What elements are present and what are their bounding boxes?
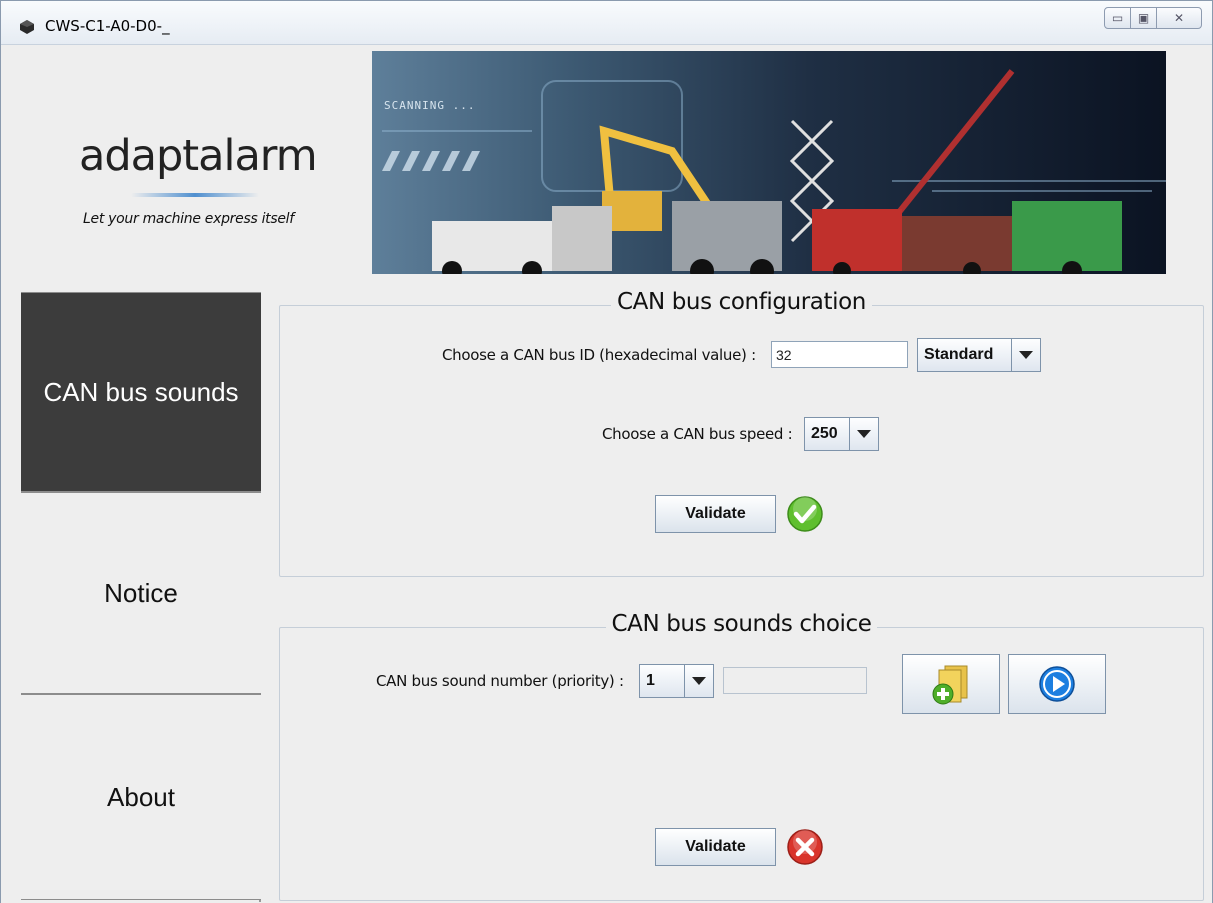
add-sound-file-button[interactable] [902,654,1000,714]
nav-item-label: CAN bus sounds [43,376,239,407]
config-validate-button[interactable]: Validate [655,495,776,533]
error-icon [787,829,823,865]
logo: adaptalarm Let your machine express itse… [21,51,351,281]
folder-add-icon [932,665,968,705]
nav-item-label: About [107,781,175,812]
sounds-validate-button[interactable]: Validate [655,828,776,866]
frame-type-value: Standard [918,339,1012,371]
header-banner-image: SCANNING ... [372,51,1166,274]
sound-number-value: 1 [640,665,685,697]
sound-file-path-field [723,667,867,694]
banner-graphic [382,69,1166,274]
maximize-icon: ▣ [1137,11,1150,25]
nav-item-notice[interactable]: Notice [21,492,261,694]
minimize-icon: ▭ [1111,11,1124,25]
play-sound-button[interactable] [1008,654,1106,714]
nav-item-can-bus-sounds[interactable]: CAN bus sounds [21,292,261,492]
chevron-down-icon [685,665,713,697]
logo-text: adaptalarm [79,131,318,181]
panel-title: CAN bus configuration [280,289,1203,315]
sound-number-dropdown[interactable]: 1 [639,664,714,698]
window-title: CWS-C1-A0-D0-_ [45,17,170,35]
play-icon [1039,666,1075,702]
panel-title: CAN bus sounds choice [280,611,1203,637]
app-icon [20,20,34,34]
chevron-down-icon [850,418,878,450]
title-bar[interactable]: CWS-C1-A0-D0-_ ▭ ▣ ✕ [1,1,1212,45]
app-window: CWS-C1-A0-D0-_ ▭ ▣ ✕ adaptalarm Let your… [0,0,1213,903]
can-id-input[interactable] [771,341,908,368]
can-speed-dropdown[interactable]: 250 [804,417,879,451]
close-button[interactable]: ✕ [1156,7,1202,29]
can-speed-value: 250 [805,418,850,450]
logo-tagline: Let your machine express itself [83,211,294,227]
frame-type-dropdown[interactable]: Standard [917,338,1041,372]
check-icon [787,496,823,532]
minimize-button[interactable]: ▭ [1104,7,1131,29]
logo-underline [131,193,259,197]
sidebar-nav: CAN bus sounds Notice About [21,292,261,902]
sound-number-label: CAN bus sound number (priority) : [376,672,624,690]
can-bus-sounds-choice-panel: CAN bus sounds choice CAN bus sound numb… [279,611,1204,901]
close-icon: ✕ [1173,11,1185,25]
can-bus-configuration-panel: CAN bus configuration Choose a CAN bus I… [279,289,1204,577]
can-speed-label: Choose a CAN bus speed : [602,425,793,443]
chevron-down-icon [1012,339,1040,371]
nav-item-label: Notice [104,577,178,608]
main-content: adaptalarm Let your machine express itse… [1,45,1212,903]
nav-item-about[interactable]: About [21,694,261,900]
maximize-button[interactable]: ▣ [1130,7,1157,29]
banner-scanning-text: SCANNING ... [384,99,476,112]
window-controls: ▭ ▣ ✕ [1104,7,1202,29]
can-id-label: Choose a CAN bus ID (hexadecimal value) … [442,346,756,364]
